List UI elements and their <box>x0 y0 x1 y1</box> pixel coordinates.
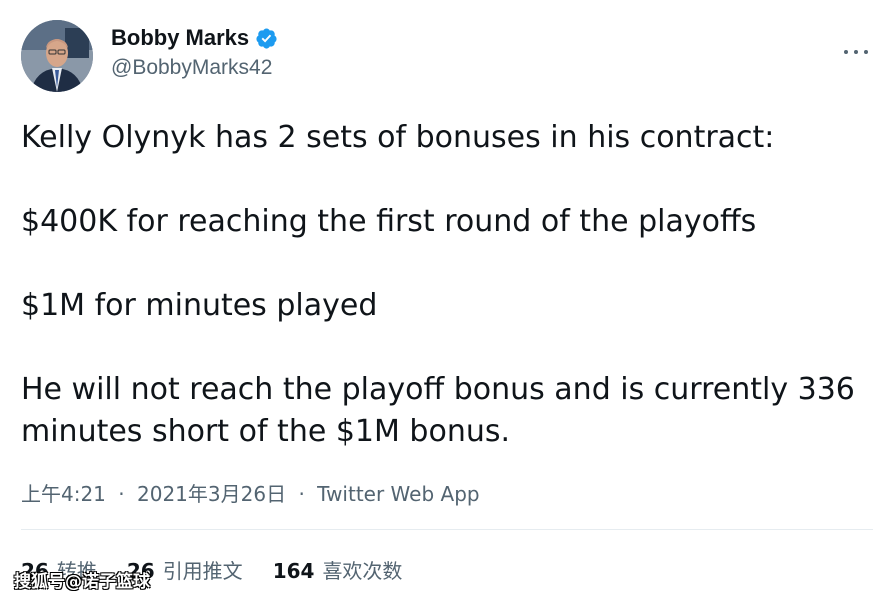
tweet-line: Kelly Olynyk has 2 sets of bonuses in hi… <box>21 120 775 155</box>
tweet-line: $1M for minutes played <box>21 288 378 323</box>
quote-tweets-label: 引用推文 <box>162 559 243 583</box>
more-dot <box>864 50 868 54</box>
meta-separator: · <box>298 482 305 506</box>
avatar[interactable] <box>21 20 93 92</box>
likes-stat[interactable]: 164 喜欢次数 <box>273 555 403 584</box>
tweet-line: He will not reach the playoff bonus and … <box>21 372 855 449</box>
more-dot <box>854 50 858 54</box>
likes-count: 164 <box>272 559 315 583</box>
likes-label: 喜欢次数 <box>322 559 403 583</box>
verified-badge-icon <box>255 27 278 50</box>
tweet-meta: 上午4:21 · 2021年3月26日 · Twitter Web App <box>21 478 480 507</box>
tweet-text: Kelly Olynyk has 2 sets of bonuses in hi… <box>21 117 881 453</box>
meta-separator: · <box>118 482 125 506</box>
tweet-source[interactable]: Twitter Web App <box>317 482 479 506</box>
tweet-line: $400K for reaching the first round of th… <box>21 204 757 239</box>
more-options-icon[interactable] <box>844 40 868 64</box>
author-handle[interactable]: @BobbyMarks42 <box>111 56 272 80</box>
tweet-time[interactable]: 上午4:21 <box>21 482 106 506</box>
author-display-name[interactable]: Bobby Marks <box>111 25 249 51</box>
divider <box>21 529 873 530</box>
tweet-date[interactable]: 2021年3月26日 <box>137 482 286 506</box>
watermark: 搜狐号@诺子篮球 <box>14 572 150 592</box>
author-name-row[interactable]: Bobby Marks <box>111 25 278 51</box>
more-dot <box>844 50 848 54</box>
avatar-image <box>21 20 93 92</box>
